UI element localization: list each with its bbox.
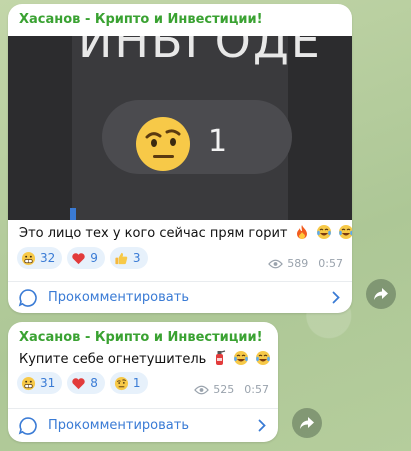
share-arrow-icon	[300, 417, 314, 429]
raised-eyebrow-emoji-icon	[114, 376, 128, 390]
fire-extinguisher-emoji-icon	[216, 350, 226, 365]
reaction-count: 1	[132, 376, 141, 390]
message-meta: 525 0:57	[194, 383, 269, 396]
message-meta: 589 0:57	[268, 257, 343, 270]
tears-of-joy-emoji-icon	[233, 351, 248, 365]
message-bubble[interactable]: Хасанов - Крипто и Инвестиции! Купите се…	[8, 322, 278, 442]
reactions-bar: 32 9 3	[17, 247, 148, 269]
reaction-button[interactable]: 8	[67, 372, 105, 394]
message-text: Это лицо тех у кого сейчас прям горит	[19, 224, 352, 241]
comment-bubble-icon	[18, 288, 37, 307]
reaction-count: 8	[90, 376, 98, 390]
grimace-emoji-icon	[21, 251, 36, 265]
views-count: 525	[213, 383, 235, 396]
chevron-right-icon	[332, 291, 340, 304]
media-blue-mark	[70, 208, 76, 220]
reaction-count: 3	[132, 251, 141, 265]
chevron-right-icon	[258, 419, 266, 432]
tears-of-joy-emoji-icon	[255, 351, 270, 365]
media-left-band	[8, 36, 72, 220]
reaction-button[interactable]: 32	[17, 247, 63, 269]
channel-name[interactable]: Хасанов - Крипто и Инвестиции!	[19, 330, 263, 345]
views-count: 589	[287, 257, 309, 270]
media-reaction-pill	[102, 100, 292, 174]
comment-label: Прокомментировать	[48, 418, 189, 433]
comment-button[interactable]: Прокомментировать	[8, 409, 278, 442]
message-text-content: Это лицо тех у кого сейчас прям горит	[19, 226, 288, 241]
comment-bubble-icon	[18, 416, 37, 435]
share-button[interactable]	[292, 408, 322, 438]
eye-icon	[268, 259, 284, 268]
media-top-text: ИНЬГОДЕ	[78, 36, 322, 68]
message-time: 0:57	[244, 383, 269, 396]
comment-label: Прокомментировать	[48, 290, 189, 305]
channel-name[interactable]: Хасанов - Крипто и Инвестиции!	[19, 12, 263, 27]
media-count: 1	[208, 124, 228, 159]
reaction-count: 32	[40, 251, 56, 265]
message-time: 0:57	[318, 257, 343, 270]
grimace-emoji-icon	[21, 376, 36, 390]
reaction-button[interactable]: 9	[67, 247, 105, 269]
reaction-button[interactable]: 1	[109, 372, 148, 394]
reaction-button[interactable]: 31	[17, 372, 63, 394]
red-heart-icon	[72, 252, 85, 264]
message-text-content: Купите себе огнетушитель	[19, 352, 207, 367]
red-heart-icon	[72, 377, 85, 389]
message-text: Купите себе огнетушитель	[19, 350, 271, 367]
reactions-bar: 31 8 1	[17, 372, 148, 394]
tears-of-joy-emoji-icon	[316, 225, 331, 239]
share-button[interactable]	[366, 279, 396, 309]
message-bubble[interactable]: Хасанов - Крипто и Инвестиции! ИНЬГОДЕ 1…	[8, 4, 352, 313]
reaction-count: 31	[40, 376, 56, 390]
tears-of-joy-emoji-icon	[338, 225, 352, 239]
eye-icon	[194, 385, 210, 394]
share-arrow-icon	[374, 288, 388, 300]
media-image[interactable]: ИНЬГОДЕ 1	[8, 36, 352, 220]
comment-button[interactable]: Прокомментировать	[8, 282, 352, 313]
reaction-count: 9	[90, 251, 98, 265]
raised-eyebrow-face-icon	[136, 117, 190, 171]
fire-emoji-icon	[296, 225, 307, 239]
thumbs-up-icon	[115, 252, 128, 264]
reaction-button[interactable]: 3	[109, 247, 148, 269]
